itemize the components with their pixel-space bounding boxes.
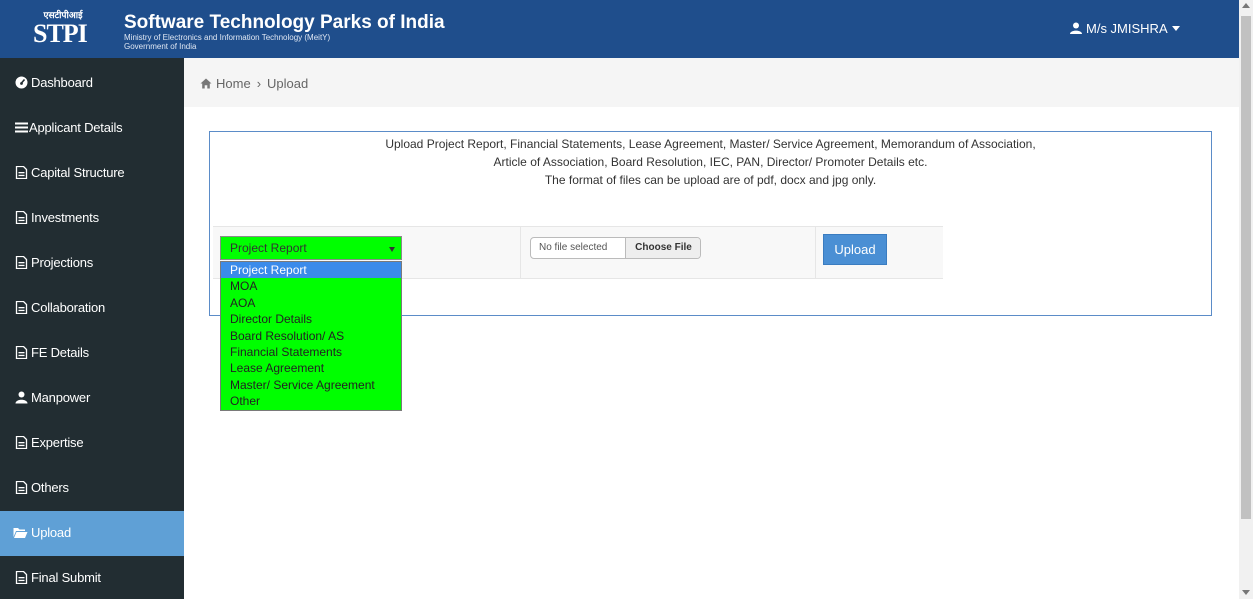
scroll-down-arrow-icon[interactable]: [1242, 590, 1250, 595]
sidebar-item-label: Capital Structure: [31, 165, 125, 180]
sidebar-item-label: Manpower: [31, 390, 91, 405]
document-icon: [15, 571, 28, 584]
sidebar-item-investments[interactable]: Investments: [0, 196, 184, 241]
instruction-line-3: The format of files can be upload are of…: [544, 173, 877, 187]
breadcrumb-separator: ›: [256, 76, 262, 91]
document-icon: [15, 436, 28, 449]
sidebar-item-final-submit[interactable]: Final Submit: [0, 556, 184, 601]
top-header: एसटीपीआई STPI Software Technology Parks …: [0, 0, 1239, 58]
site-title: Software Technology Parks of India: [124, 12, 445, 33]
document-icon: [15, 301, 28, 314]
user-icon: [1070, 22, 1082, 34]
document-icon: [15, 481, 28, 494]
file-input[interactable]: No file selected Choose File: [530, 237, 701, 259]
sidebar-item-dashboard[interactable]: Dashboard: [0, 61, 184, 106]
scroll-up-arrow-icon[interactable]: [1242, 3, 1250, 8]
document-icon: [15, 211, 28, 224]
sidebar-item-label: Expertise: [31, 435, 84, 450]
sidebar: Dashboard Applicant Details Capital Stru…: [0, 58, 184, 599]
users-icon: [15, 391, 28, 404]
sidebar-item-label: Projections: [31, 255, 94, 270]
caret-down-icon: [1171, 26, 1180, 31]
sidebar-item-fe-details[interactable]: FE Details: [0, 331, 184, 376]
sidebar-item-capital-structure[interactable]: Capital Structure: [0, 151, 184, 196]
sidebar-item-label: Applicant Details: [29, 120, 123, 135]
logo-stpi-text: STPI: [33, 19, 88, 48]
vertical-scrollbar[interactable]: [1239, 0, 1253, 599]
option-director-details[interactable]: Director Details: [221, 311, 401, 327]
document-type-options: Project Report MOA AOA Director Details …: [220, 261, 402, 411]
breadcrumb-current: Upload: [267, 76, 309, 91]
cell-divider: [520, 227, 521, 278]
stpi-logo: एसटीपीआई STPI: [33, 10, 105, 50]
sidebar-item-others[interactable]: Others: [0, 466, 184, 511]
site-subtitle-government: Government of India: [124, 42, 197, 51]
folder-open-icon: [13, 528, 28, 538]
dashboard-icon: [15, 76, 28, 89]
sidebar-item-collaboration[interactable]: Collaboration: [0, 286, 184, 331]
sidebar-item-label: Others: [31, 480, 69, 495]
instruction-line-1: Upload Project Report, Financial Stateme…: [385, 137, 1036, 151]
sidebar-item-label: Dashboard: [31, 75, 93, 90]
breadcrumb-home-link[interactable]: Home: [216, 76, 251, 91]
breadcrumb: Home › Upload: [200, 76, 308, 91]
sidebar-item-upload[interactable]: Upload: [0, 511, 184, 556]
scrollbar-thumb[interactable]: [1241, 16, 1251, 519]
sidebar-item-expertise[interactable]: Expertise: [0, 421, 184, 466]
cell-divider: [815, 227, 816, 278]
choose-file-button[interactable]: Choose File: [625, 238, 700, 258]
bars-icon: [15, 122, 28, 133]
user-name: M/s JMISHRA: [1086, 21, 1168, 36]
sidebar-item-applicant-details[interactable]: Applicant Details: [0, 106, 184, 151]
upload-button[interactable]: Upload: [823, 234, 887, 265]
sidebar-item-label: Final Submit: [31, 570, 101, 585]
sidebar-item-label: FE Details: [31, 345, 89, 360]
document-type-select[interactable]: Project Report: [220, 236, 402, 260]
option-financial-statements[interactable]: Financial Statements: [221, 344, 401, 360]
option-aoa[interactable]: AOA: [221, 295, 401, 311]
document-icon: [15, 346, 28, 359]
option-master-service-agreement[interactable]: Master/ Service Agreement: [221, 377, 401, 393]
instruction-line-2: Article of Association, Board Resolution…: [493, 155, 928, 169]
option-project-report[interactable]: Project Report: [221, 262, 401, 279]
home-icon: [200, 78, 212, 89]
document-icon: [15, 256, 28, 269]
breadcrumb-bar: Home › Upload: [184, 58, 1239, 107]
option-other[interactable]: Other: [221, 393, 401, 409]
sidebar-item-label: Upload: [31, 525, 71, 540]
sidebar-item-manpower[interactable]: Manpower: [0, 376, 184, 421]
option-lease-agreement[interactable]: Lease Agreement: [221, 360, 401, 376]
option-moa[interactable]: MOA: [221, 278, 401, 294]
document-type-selected: Project Report: [230, 241, 307, 255]
sidebar-item-label: Collaboration: [31, 300, 106, 315]
dropdown-arrow-icon: [389, 247, 395, 252]
sidebar-item-label: Investments: [31, 210, 99, 225]
site-subtitle-ministry: Ministry of Electronics and Information …: [124, 33, 331, 42]
file-input-status: No file selected: [539, 242, 608, 253]
option-board-resolution[interactable]: Board Resolution/ AS: [221, 328, 401, 344]
user-menu-dropdown[interactable]: M/s JMISHRA: [1070, 21, 1180, 37]
sidebar-item-projections[interactable]: Projections: [0, 241, 184, 286]
document-icon: [15, 166, 28, 179]
